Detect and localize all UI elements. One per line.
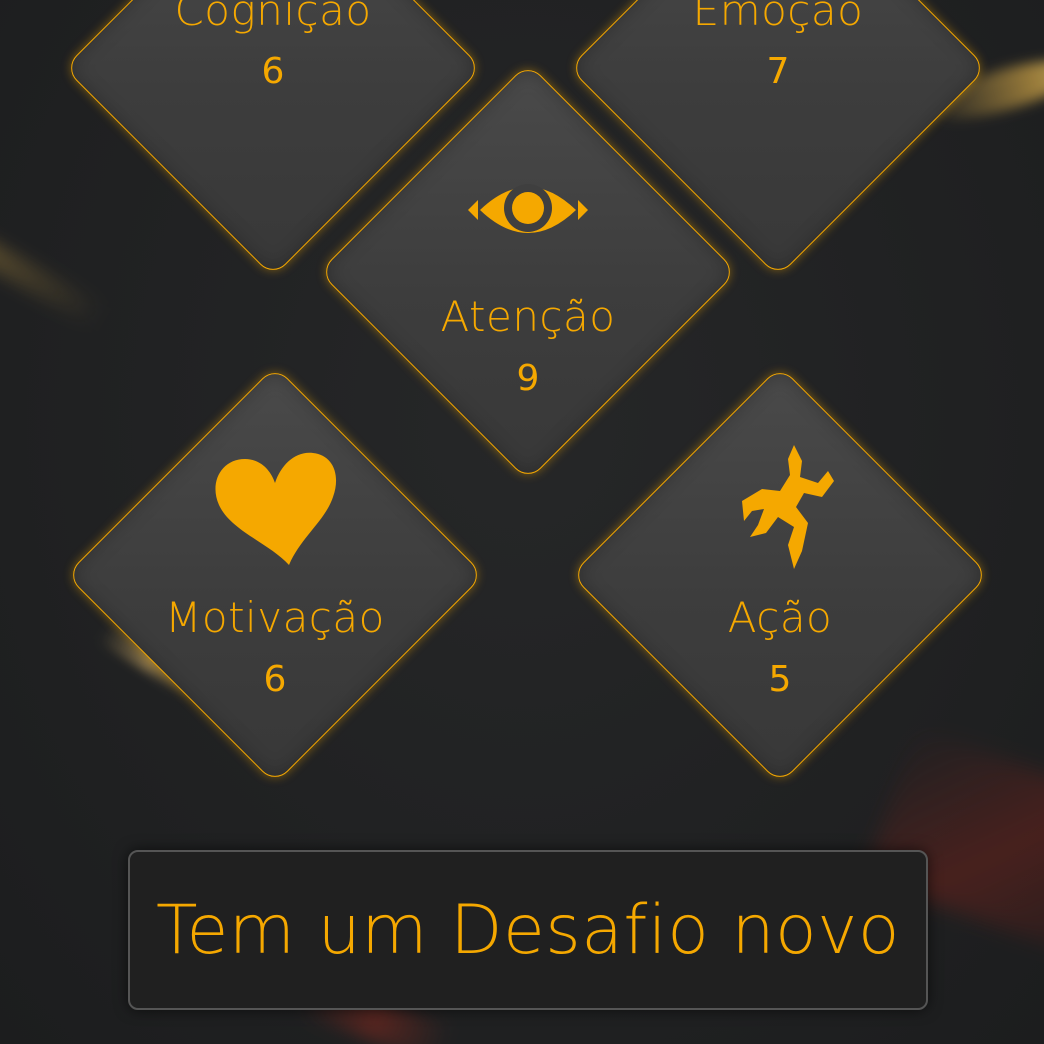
new-challenge-button[interactable]: Tem um Desafio novo	[128, 850, 928, 1010]
running-figure-icon	[722, 441, 838, 577]
tile-value: 9	[516, 358, 540, 399]
tile-atencao[interactable]: Atenção 9	[318, 62, 738, 482]
new-challenge-label: Tem um Desafio novo	[155, 890, 901, 970]
heart-icon	[209, 447, 341, 575]
tile-motivacao[interactable]: Motivação 6	[65, 365, 485, 785]
tile-label: Emoção	[692, 0, 864, 35]
tile-cognicao[interactable]: Cognição 6	[63, 0, 483, 278]
tile-label: Motivação	[165, 593, 385, 642]
tile-value: 7	[766, 51, 790, 92]
tile-value: 6	[263, 659, 287, 700]
tile-value: 6	[261, 51, 285, 92]
tile-label: Ação	[727, 593, 833, 642]
tile-acao[interactable]: Ação 5	[570, 365, 990, 785]
eye-icon	[464, 174, 592, 250]
tile-value: 5	[768, 659, 792, 700]
background-streak	[0, 236, 108, 330]
tile-label: Atenção	[440, 292, 616, 341]
tile-label: Cognição	[174, 0, 372, 35]
app-screen: Cognição 6 Emoção 7 Atenção 9 Motivação …	[0, 0, 1044, 1044]
